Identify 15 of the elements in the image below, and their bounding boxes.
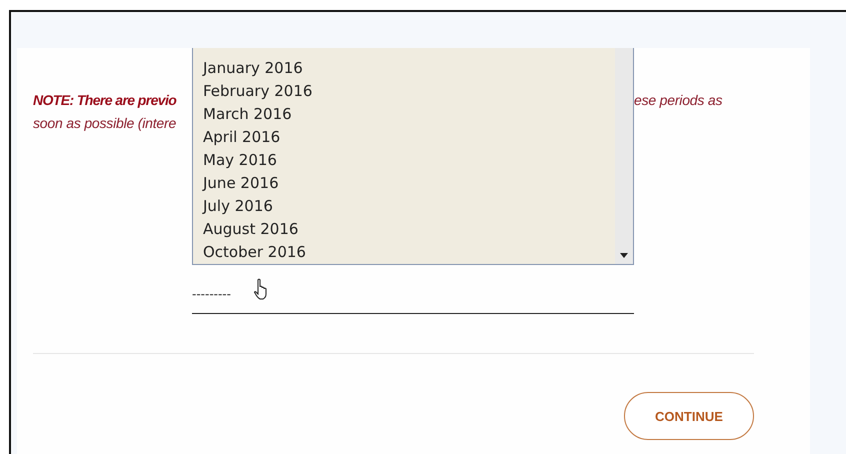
dropdown-option[interactable]: July 2016 xyxy=(203,195,615,218)
note-text: soon as possible (intere xyxy=(33,114,178,130)
continue-button[interactable]: CONTINUE xyxy=(624,392,754,440)
note-text: ese periods as xyxy=(634,92,722,108)
dropdown-option[interactable]: May 2016 xyxy=(203,149,615,172)
dropdown-option[interactable]: October 2016 xyxy=(203,241,615,264)
dropdown-option[interactable]: January 2016 xyxy=(203,57,615,80)
scrollbar[interactable] xyxy=(615,48,633,264)
dropdown-option[interactable]: February 2016 xyxy=(203,80,615,103)
note-text: NOTE: There are previo xyxy=(33,92,178,108)
dropdown-option[interactable]: August 2016 xyxy=(203,218,615,241)
caret-icon xyxy=(620,253,628,258)
dropdown-option[interactable]: June 2016 xyxy=(203,172,615,195)
dropdown-option[interactable]: April 2016 xyxy=(203,126,615,149)
dropdown-option[interactable]: March 2016 xyxy=(203,103,615,126)
